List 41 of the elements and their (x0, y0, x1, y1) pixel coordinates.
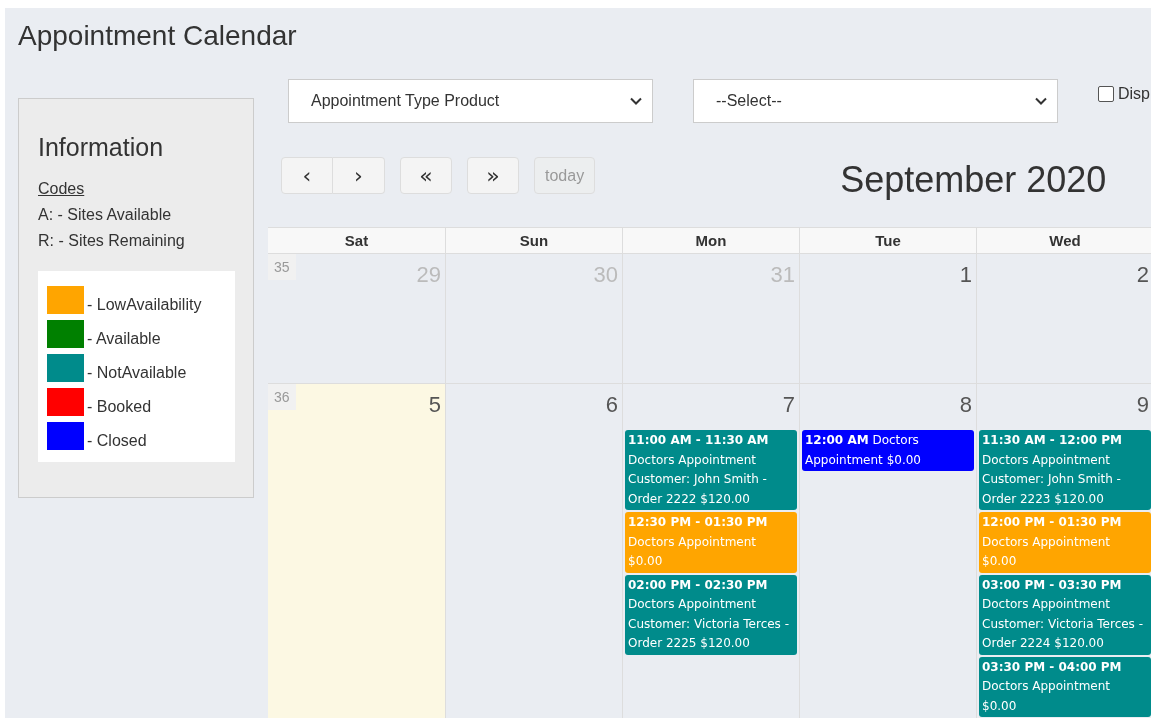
dropdown[interactable]: Appointment Type Product (288, 79, 653, 123)
nav-button[interactable]: › (333, 157, 385, 194)
weekday-header: Sun (445, 228, 622, 253)
legend-label: - NotAvailable (87, 364, 187, 382)
weekday-header: Wed (976, 228, 1151, 253)
day-number[interactable]: 5 (428, 384, 443, 430)
day-number[interactable]: 8 (959, 384, 974, 430)
legend-label: - Booked (87, 398, 152, 416)
weekday-header: Mon (622, 228, 799, 253)
calendar-event[interactable]: 11:00 AM - 11:30 AM Doctors Appointment Customer: John Smith - Order 2222 $120.00 (625, 430, 797, 510)
dropdown[interactable]: --Select-- (693, 79, 1058, 123)
week-number: 35 (268, 254, 296, 280)
day-number[interactable]: 2 (1136, 254, 1151, 300)
calendar-event[interactable]: 03:00 PM - 03:30 PM Doctors Appointment Customer: Victoria Terces - Order 2224 $120.00 (979, 574, 1151, 655)
week-number: 36 (268, 384, 296, 410)
nav-button[interactable]: » (467, 157, 519, 194)
legend-label: - Available (87, 330, 161, 348)
code-line: R: - Sites Remaining (38, 231, 186, 251)
checkbox[interactable] (1098, 86, 1114, 102)
weekday-header: Sat (343, 231, 370, 251)
checkbox-label: Disp (1118, 85, 1150, 103)
page-title: Appointment Calendar (18, 19, 298, 53)
month-title: September 2020 (840, 159, 1107, 201)
info-title: Information (38, 133, 165, 162)
calendar-event[interactable]: 03:30 PM - 04:00 PM Doctors Appointment $0.00 (979, 656, 1151, 717)
calendar-event[interactable]: 11:30 AM - 12:00 PM Doctors Appointment Customer: John Smith - Order 2223 $120.00 (979, 430, 1151, 510)
day-number[interactable]: 1 (959, 254, 974, 300)
chevron-down-icon (1035, 97, 1047, 105)
codes-heading: Codes (38, 179, 86, 199)
calendar-event[interactable]: 02:00 PM - 02:30 PM Doctors Appointment Customer: Victoria Terces - Order 2225 $120.00 (625, 574, 797, 655)
day-number[interactable]: 9 (1136, 384, 1151, 430)
weekday-header: Tue (799, 228, 976, 253)
chevron-down-icon (630, 97, 642, 105)
calendar-event[interactable]: 12:00 AM Doctors Appointment $0.00 (802, 430, 974, 471)
code-line: A: - Sites Available (38, 205, 173, 225)
day-number[interactable]: 6 (605, 384, 620, 430)
legend-label: - LowAvailability (87, 296, 202, 314)
nav-button[interactable]: ‹ (281, 157, 333, 194)
nav-button[interactable]: « (400, 157, 452, 194)
day-number[interactable]: 7 (782, 384, 797, 430)
legend-label: - Closed (87, 432, 147, 450)
